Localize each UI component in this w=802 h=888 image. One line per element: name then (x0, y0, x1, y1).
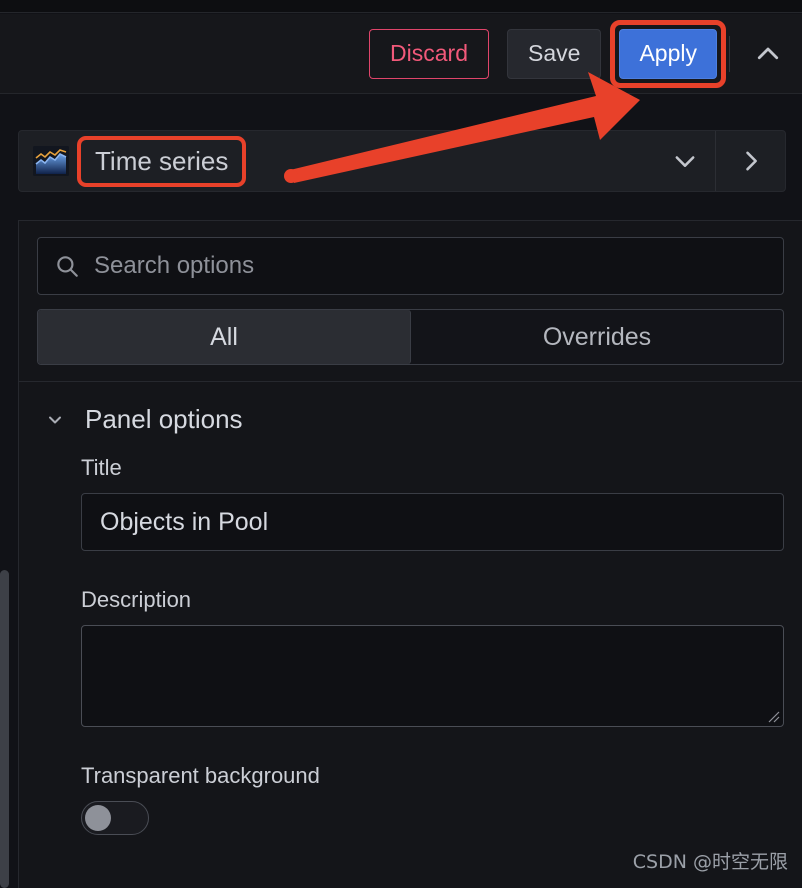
toggle-knob (85, 805, 111, 831)
description-field-group: Description (19, 587, 802, 727)
vertical-scrollbar-thumb[interactable] (0, 570, 9, 888)
options-pane: Search options All Overrides Panel optio… (18, 220, 802, 888)
visualization-label-highlight-annotation: Time series (77, 135, 247, 187)
toolbar-divider (729, 35, 730, 72)
discard-button-label: Discard (390, 40, 469, 66)
time-series-chart-icon (33, 146, 69, 176)
title-field-label: Title (81, 455, 122, 480)
visualization-dropdown-toggle[interactable] (655, 131, 715, 191)
apply-button-label: Apply (639, 40, 697, 66)
panel-options-section-header[interactable]: Panel options (19, 382, 802, 455)
chevron-down-icon (45, 410, 65, 430)
chevron-down-icon (675, 156, 695, 167)
visualization-next-button[interactable] (715, 131, 785, 191)
visualization-picker-row[interactable]: Time series (18, 130, 786, 192)
description-textarea[interactable] (81, 625, 784, 727)
transparent-background-toggle[interactable] (81, 801, 149, 835)
panel-options-section-title: Panel options (85, 404, 243, 434)
watermark-text: CSDN @时空无限 (632, 851, 788, 873)
collapse-toolbar-button[interactable] (744, 30, 792, 78)
resize-handle-icon[interactable] (766, 709, 780, 723)
transparent-background-group: Transparent background (19, 763, 802, 835)
apply-button[interactable]: Apply (619, 28, 717, 79)
save-button[interactable]: Save (507, 28, 602, 79)
panel-editor-root: Discard Save Apply Time series Search op… (0, 0, 802, 888)
time-series-chart-icon-svg (33, 146, 69, 176)
chevron-up-icon (757, 47, 779, 59)
visualization-picker-main[interactable]: Time series (19, 131, 655, 191)
tab-overrides[interactable]: Overrides (411, 310, 783, 364)
search-input[interactable]: Search options (37, 237, 784, 295)
search-input-placeholder: Search options (94, 252, 255, 279)
search-options-wrapper: Search options (19, 221, 802, 295)
field-spacer-2 (19, 727, 802, 763)
transparent-background-label: Transparent background (81, 763, 320, 788)
editor-toolbar: Discard Save Apply (0, 14, 802, 94)
tab-all-label: All (210, 322, 238, 351)
title-input-value: Objects in Pool (100, 507, 269, 536)
description-field-label: Description (81, 587, 192, 612)
visualization-label: Time series (95, 145, 229, 176)
title-input[interactable]: Objects in Pool (81, 493, 784, 551)
window-top-strip (0, 0, 802, 13)
search-icon (57, 256, 78, 277)
field-spacer (19, 551, 802, 587)
options-tabs: All Overrides (37, 309, 784, 365)
options-tabs-wrapper: All Overrides (19, 295, 802, 381)
save-button-label: Save (528, 40, 581, 66)
apply-button-wrapper: Apply (610, 19, 726, 88)
tab-overrides-label: Overrides (542, 322, 652, 351)
discard-button[interactable]: Discard (369, 28, 490, 79)
title-field-group: Title Objects in Pool (19, 455, 802, 551)
chevron-right-icon (745, 151, 757, 171)
tab-all[interactable]: All (38, 310, 411, 364)
